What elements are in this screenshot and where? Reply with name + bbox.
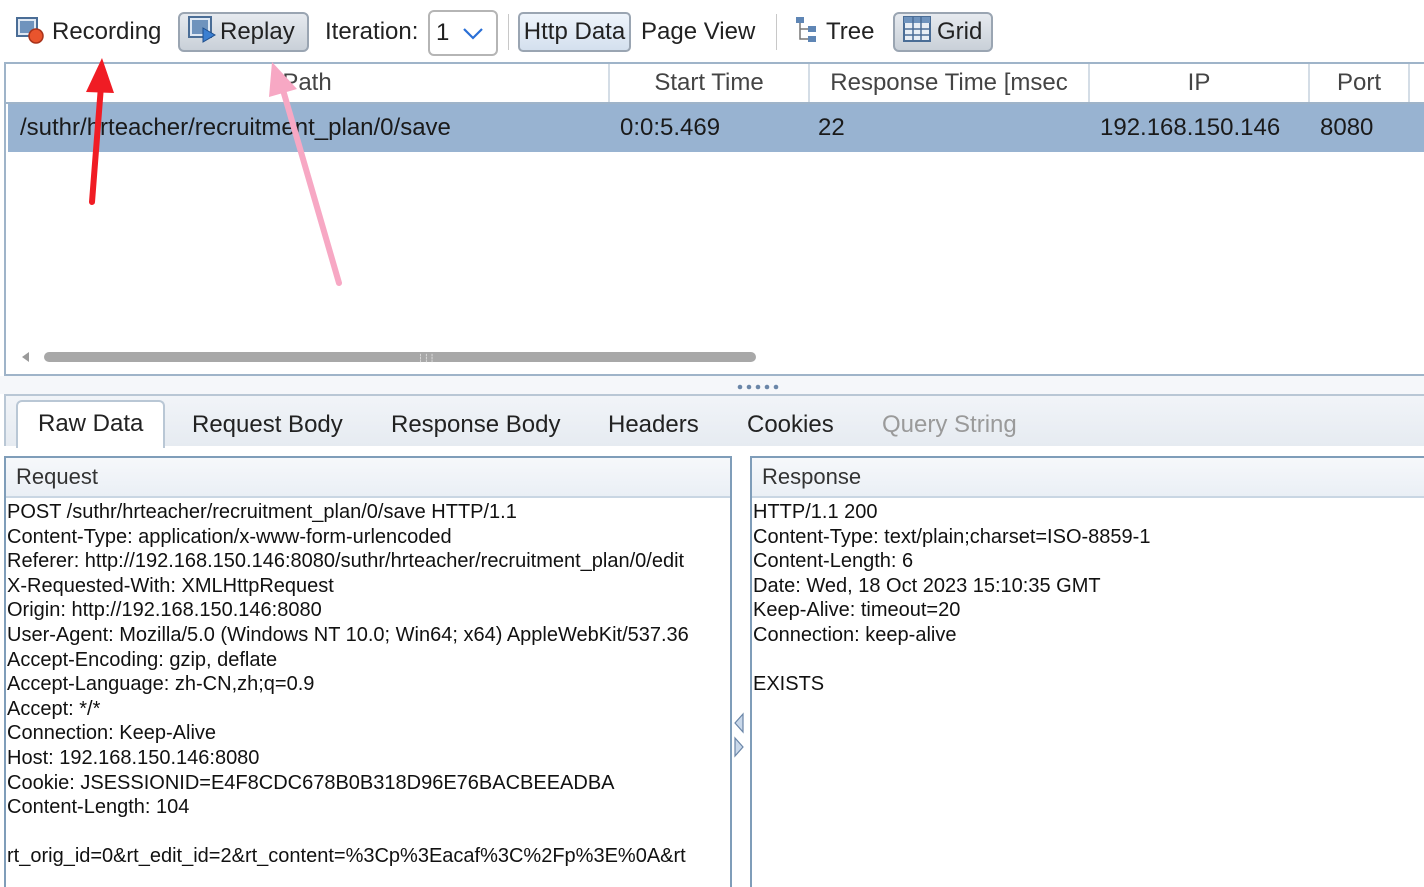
annotation-overlay <box>86 58 342 286</box>
pink-arrow-annotation <box>269 62 342 286</box>
red-arrow-annotation <box>86 58 114 205</box>
